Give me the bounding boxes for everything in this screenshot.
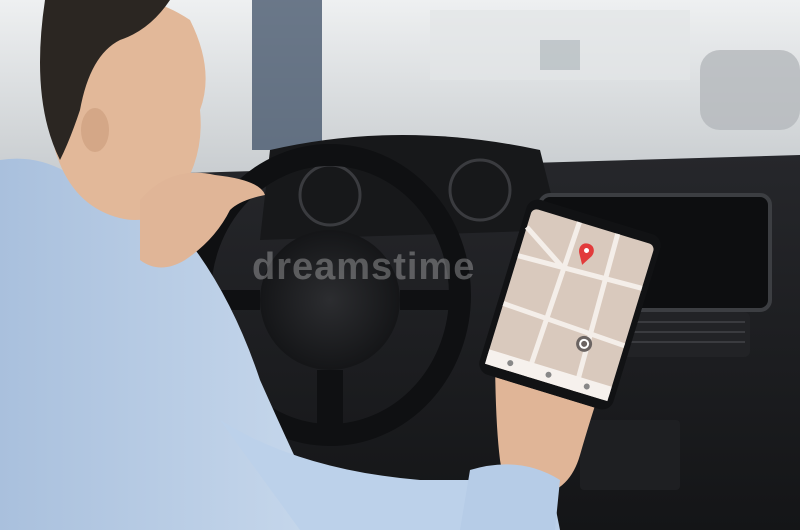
console-buttons — [580, 420, 680, 490]
man-sleeve — [460, 464, 560, 530]
showroom-car — [700, 50, 800, 130]
showroom-person — [252, 0, 322, 150]
watermark: dreamstime — [252, 246, 476, 288]
